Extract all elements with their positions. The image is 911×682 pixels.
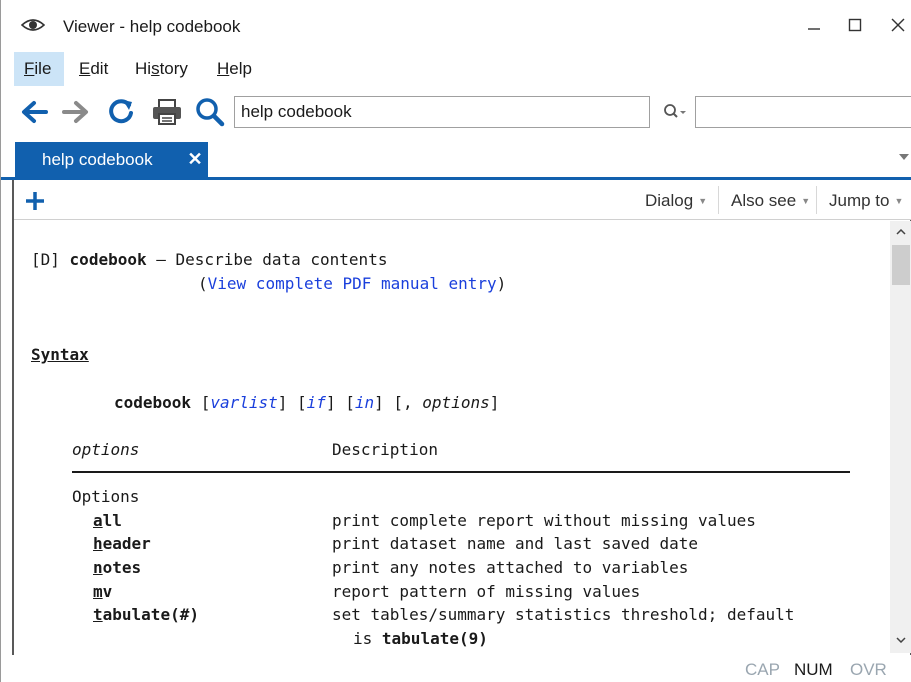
options-group-label: Options [72, 487, 140, 506]
option-header-link[interactable]: header [93, 533, 151, 555]
status-bar: CAP NUM OVR [1, 656, 911, 682]
find-input[interactable] [695, 96, 911, 128]
option-tabulate-link[interactable]: tabulate(#) [93, 604, 199, 626]
minimize-button[interactable] [799, 10, 829, 40]
option-mv-link[interactable]: mv [93, 581, 112, 603]
table-divider [72, 471, 850, 473]
if-link[interactable]: if [307, 393, 326, 412]
menu-history[interactable]: Hi s tory [125, 52, 198, 86]
num-lock-indicator: NUM [794, 660, 833, 679]
command-description: Describe data contents [175, 250, 388, 269]
syntax-line: codebook [varlist] [if] [in] [, options] [114, 393, 500, 412]
print-icon[interactable] [150, 96, 184, 128]
eye-icon [20, 17, 46, 33]
viewer-window: Viewer - help codebook File Edit Hi s tory… [0, 0, 911, 682]
tab-help-codebook[interactable]: help codebook ✕ [15, 142, 208, 177]
new-tab-plus-icon[interactable] [22, 188, 48, 214]
pdf-entry-line: (View complete PDF manual entry) [198, 274, 507, 293]
document-toolbar: Dialog ▼ Also see ▼ Jump to ▼ [14, 180, 911, 220]
menu-file[interactable]: File [14, 52, 64, 86]
maximize-button[interactable] [840, 10, 870, 40]
divider [816, 186, 817, 214]
scrollbar-thumb[interactable] [892, 245, 910, 285]
help-header: [D] codebook — Describe data contents [31, 250, 388, 269]
scroll-down-chevron-icon[interactable] [890, 629, 911, 651]
syntax-heading: Syntax [31, 345, 89, 364]
option-description: print dataset name and last saved date [332, 534, 699, 553]
option-notes-link[interactable]: notes [93, 557, 141, 579]
menu-help[interactable]: Help [207, 52, 262, 86]
find-icon[interactable] [663, 100, 691, 124]
tab-label: help codebook [42, 149, 153, 169]
close-button[interactable] [883, 10, 911, 40]
forward-arrow-icon[interactable] [59, 96, 93, 128]
menu-bar: File Edit Hi s tory Help [1, 51, 911, 87]
tab-strip: help codebook ✕ [1, 138, 911, 180]
chevron-down-icon: ▼ [698, 196, 708, 206]
command-input[interactable] [234, 96, 650, 128]
varlist-link[interactable]: varlist [210, 393, 277, 412]
option-description: report pattern of missing values [332, 582, 641, 601]
window-title: Viewer - help codebook [63, 17, 241, 36]
overwrite-indicator: OVR [850, 660, 887, 679]
chevron-down-icon: ▼ [894, 196, 904, 206]
also-see-dropdown[interactable]: Also see ▼ [731, 188, 810, 214]
tab-list-chevron-down-icon[interactable] [897, 150, 911, 164]
menu-edit[interactable]: Edit [69, 52, 118, 86]
dialog-dropdown[interactable]: Dialog ▼ [645, 188, 707, 214]
option-description: print any notes attached to variables [332, 558, 689, 577]
description-column-header: Description [332, 440, 438, 459]
toolbar [1, 88, 911, 136]
search-icon[interactable] [193, 96, 227, 128]
in-link[interactable]: in [355, 393, 374, 412]
chevron-down-icon: ▼ [801, 196, 811, 206]
option-description-continued: is tabulate(9) [353, 629, 488, 648]
command-name: codebook [69, 250, 147, 269]
vertical-scrollbar[interactable] [890, 221, 911, 653]
title-bar: Viewer - help codebook [1, 0, 911, 50]
options-column-header: options [72, 440, 140, 459]
tab-close-icon[interactable]: ✕ [186, 149, 204, 169]
scroll-up-chevron-icon[interactable] [890, 221, 911, 243]
help-content: [D] codebook — Describe data contents (V… [14, 221, 890, 653]
refresh-icon[interactable] [104, 96, 138, 128]
option-all-link[interactable]: all [93, 510, 122, 532]
caps-lock-indicator: CAP [745, 660, 780, 679]
jump-to-dropdown[interactable]: Jump to ▼ [829, 188, 903, 214]
option-description: set tables/summary statistics threshold;… [332, 605, 795, 624]
option-description: print complete report without missing va… [332, 511, 756, 530]
back-arrow-icon[interactable] [17, 96, 51, 128]
divider [718, 186, 719, 214]
help-document: Dialog ▼ Also see ▼ Jump to ▼ [D] codebook … [12, 180, 911, 655]
pdf-manual-link[interactable]: View complete PDF manual entry [208, 274, 497, 293]
